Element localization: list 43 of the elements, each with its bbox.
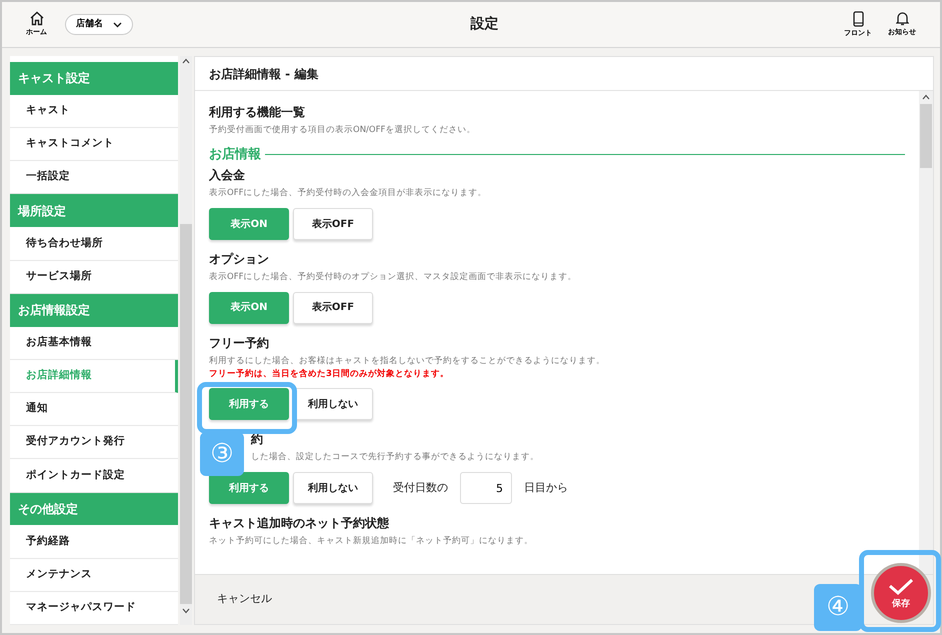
description-text: した場合、設定したコースで先行予約する事ができるようになります。 — [251, 451, 540, 464]
setting-title: フリー予約 — [209, 334, 270, 352]
option-button[interactable]: 表示OFF — [293, 208, 373, 240]
days-field[interactable]: 5 — [460, 472, 512, 504]
setting-title: キャスト追加時のネット予約状態 — [209, 515, 390, 532]
sidebar-item[interactable]: メンテナンス — [10, 558, 178, 592]
scrollbar-thumb[interactable] — [180, 224, 192, 604]
scroll-up-icon[interactable] — [182, 58, 190, 64]
section-heading: 利用する機能一覧 — [209, 104, 306, 121]
option-button[interactable]: 表示OFF — [293, 292, 373, 324]
scroll-up-icon[interactable] — [922, 94, 930, 100]
sidebar-heading: 場所設定 — [10, 194, 178, 228]
scrollbar-thumb[interactable] — [920, 104, 932, 168]
check-icon — [888, 578, 914, 596]
description-text: 表示OFFにした場合、予約受付時の入会金項目が非表示になります。 — [209, 187, 488, 200]
description-text: ネット予約可にした場合、キャスト新規追加時に「ネット予約可」になります。 — [209, 535, 534, 548]
setting-title: オプション — [209, 251, 270, 268]
category-heading: お店情報 — [209, 146, 261, 164]
sidebar-item[interactable]: サービス場所 — [10, 260, 178, 294]
setting-title: 入会金 — [209, 167, 246, 184]
chevron-down-icon — [113, 22, 122, 28]
page-title: 設定 — [469, 14, 500, 34]
scroll-down-icon[interactable] — [182, 608, 190, 614]
store-select[interactable]: 店舗名 — [65, 14, 133, 36]
sidebar-heading: その他設定 — [10, 492, 178, 526]
cancel-button[interactable]: キャンセル — [217, 589, 272, 610]
bell-icon — [896, 11, 908, 26]
sidebar-item[interactable]: お店基本情報 — [10, 326, 178, 360]
setting-title: 約 — [251, 431, 264, 448]
description-text: 利用するにした場合、お客様はキャストを指名しないで予約をすることができるようになります。 — [209, 354, 606, 368]
step-number-badge: ③ — [200, 432, 244, 476]
days-label: 受付日数の — [393, 480, 448, 496]
sidebar-heading: お店情報設定 — [10, 294, 178, 327]
option-button[interactable]: 利用しない — [293, 472, 373, 504]
panel-title: お店詳細情報 - 編集 — [195, 57, 933, 91]
sidebar-heading: キャスト設定 — [10, 62, 178, 95]
days-suffix: 日目から — [524, 480, 568, 496]
description-text: 予約受付画面で使用する項目の表示ON/OFFを選択してください。 — [209, 124, 476, 137]
step-number-badge: ④ — [814, 584, 862, 631]
description-text: 表示OFFにした場合、予約受付時のオプション選択、マスタ設定画面で非表示になります。 — [209, 271, 578, 284]
warning-text: フリー予約は、当日を含めた3日間のみが対象となります。 — [209, 368, 450, 380]
phone-icon — [852, 10, 864, 27]
home-icon — [28, 11, 44, 26]
